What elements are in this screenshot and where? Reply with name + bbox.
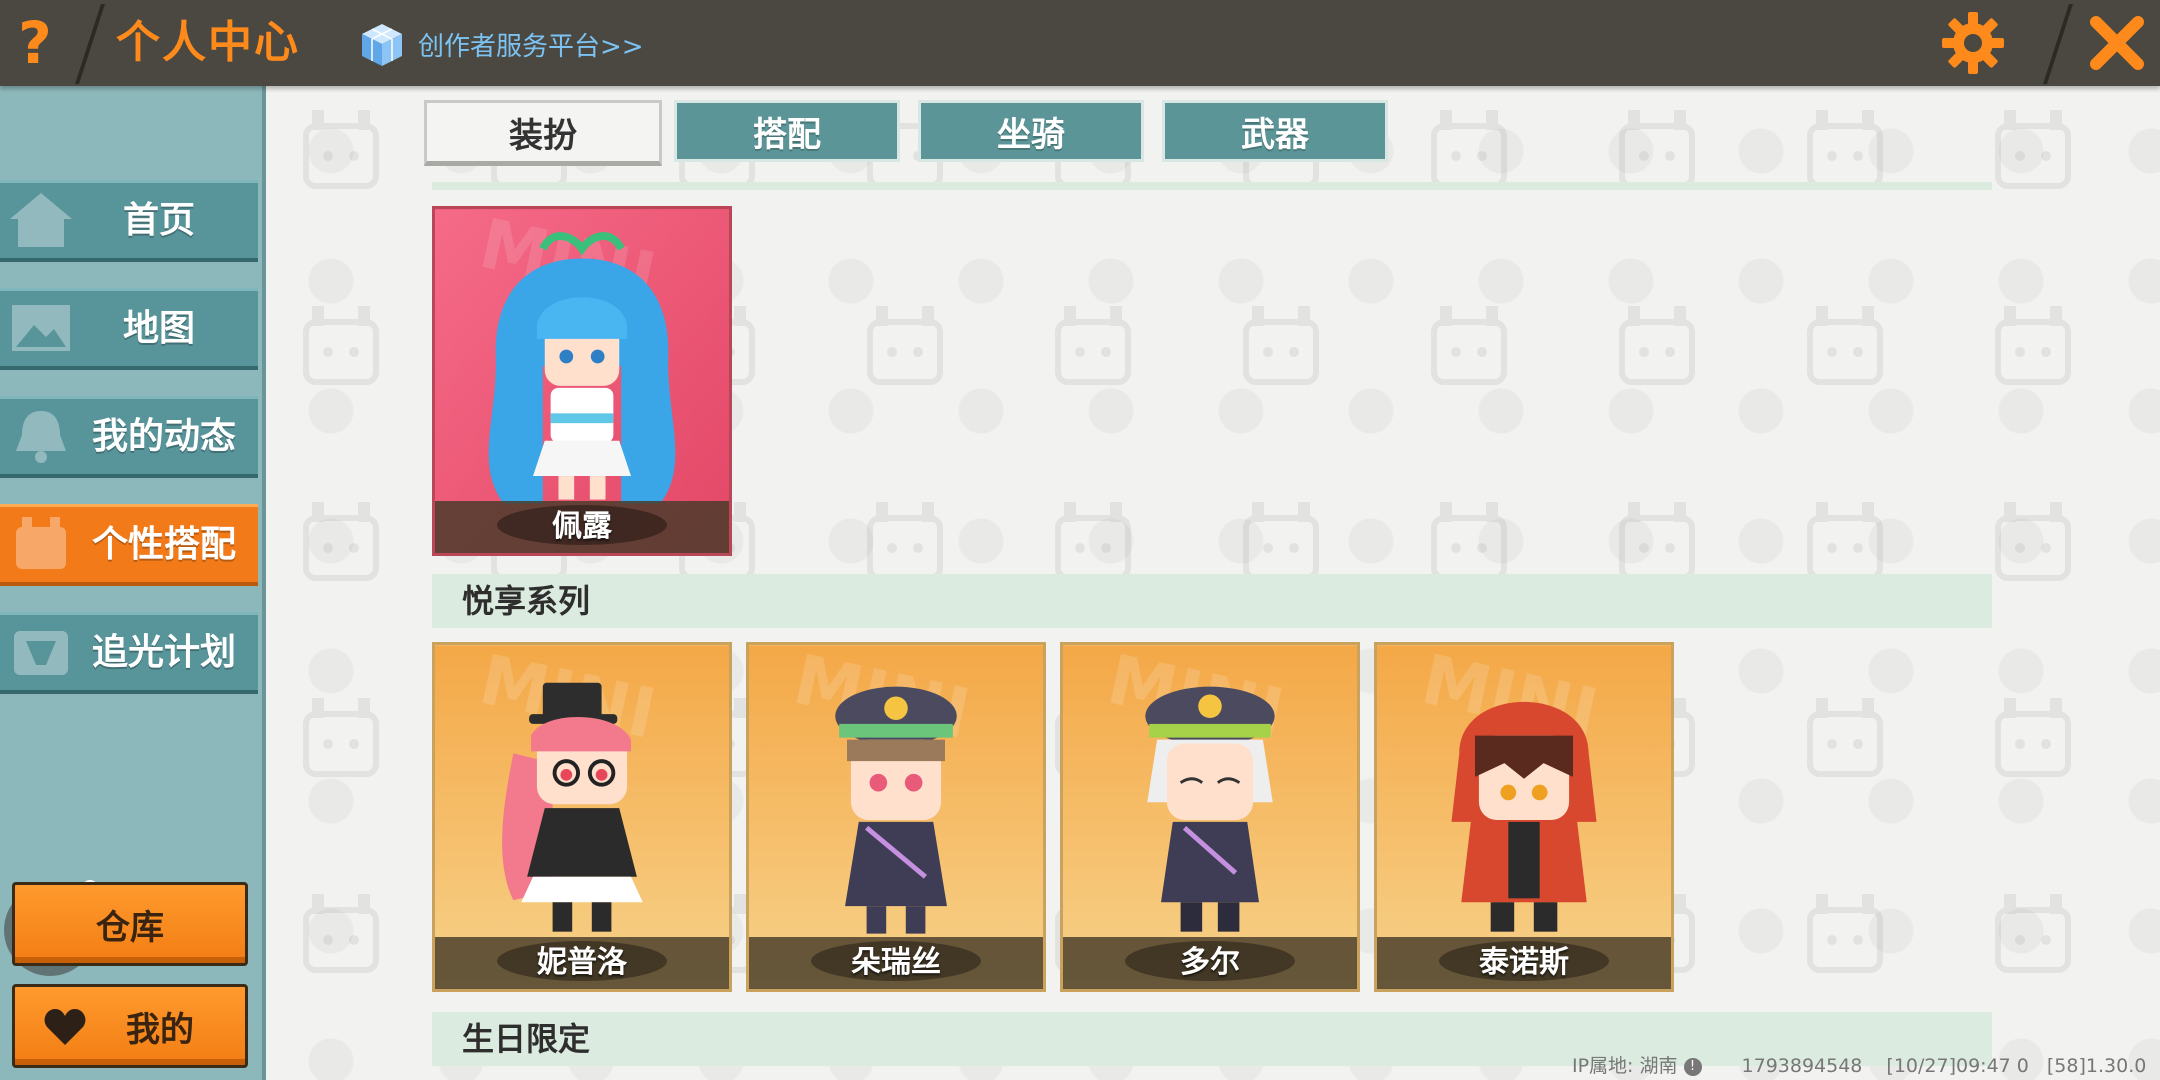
- tab-label: 坐骑: [997, 114, 1065, 155]
- card-name: 佩露: [552, 509, 612, 544]
- sidebar-item-activity[interactable]: 我的动态: [0, 396, 258, 478]
- bell-icon: [16, 411, 66, 463]
- top-bar: ? 个人中心 创作者服务平台>>: [0, 0, 2160, 86]
- cube-icon: [362, 24, 402, 66]
- user-id: 1793894548: [1741, 1055, 1863, 1077]
- help-button[interactable]: ?: [0, 0, 70, 86]
- timestamp: [10/27]09:47 0: [1886, 1055, 2028, 1077]
- close-icon: [2090, 16, 2144, 70]
- card-name: 多尔: [1180, 945, 1240, 980]
- tab-label: 武器: [1241, 114, 1309, 155]
- outfit-icon: [16, 517, 66, 569]
- sidebar-item-map[interactable]: 地图: [0, 288, 258, 370]
- card-name-bar: 朵瑞丝: [749, 937, 1043, 989]
- skin-card-peilu[interactable]: MINI 佩露: [432, 206, 732, 556]
- sidebar-item-label: 地图: [122, 308, 195, 349]
- sidebar-item-outfit[interactable]: 个性搭配: [0, 504, 258, 586]
- warehouse-button[interactable]: 仓库: [12, 882, 248, 966]
- sidebar-item-label: 个性搭配: [91, 524, 236, 565]
- section-header-yuexiang: 悦享系列: [432, 574, 1992, 628]
- close-button[interactable]: [2082, 8, 2152, 78]
- sidebar-item-home[interactable]: 首页: [0, 180, 258, 262]
- card-name: 泰诺斯: [1479, 945, 1569, 980]
- skin-card-duoer[interactable]: MINI 多尔: [1060, 642, 1360, 992]
- tab-mount[interactable]: 坐骑: [918, 100, 1144, 162]
- tab-label: 装扮: [509, 115, 577, 156]
- page-title: 个人中心: [116, 17, 300, 68]
- house-icon: [10, 193, 72, 247]
- section-title: 悦享系列: [462, 582, 591, 620]
- skin-card-duoruisi[interactable]: MINI 朵瑞丝: [746, 642, 1046, 992]
- section-title: 生日限定: [462, 1020, 591, 1058]
- divider: [75, 4, 105, 84]
- ip-location: IP属地: 湖南: [1572, 1055, 1678, 1077]
- card-name-bar: 泰诺斯: [1377, 937, 1671, 989]
- gear-icon: [1942, 12, 2004, 74]
- mine-button-label: 我的: [126, 1009, 194, 1050]
- settings-button[interactable]: [1940, 10, 2006, 76]
- tab-weapon[interactable]: 武器: [1162, 100, 1388, 162]
- tab-costume[interactable]: 装扮: [424, 100, 662, 166]
- status-footer: IP属地: 湖南! 1793894548 [10/27]09:47 0 [58]1.3…: [1572, 1052, 2146, 1080]
- divider: [2043, 4, 2073, 84]
- info-icon[interactable]: !: [1683, 1057, 1702, 1076]
- divider: [432, 182, 1992, 190]
- tab-label: 搭配: [753, 114, 821, 155]
- card-name-bar: 多尔: [1063, 937, 1357, 989]
- sidebar: 首页 地图 我的动态 个性搭配 追光计划 仓库 我的: [0, 86, 266, 1080]
- card-name-bar: 妮普洛: [435, 937, 729, 989]
- skin-card-tainuosi[interactable]: MINI 泰诺斯: [1374, 642, 1674, 992]
- time-text: [10/27]09:47: [1886, 1055, 2011, 1077]
- spotlight-icon: [14, 631, 68, 675]
- creator-link-label: 创作者服务平台>>: [418, 31, 644, 62]
- map-icon: [12, 305, 70, 351]
- heart-icon: [44, 1009, 86, 1045]
- card-name: 朵瑞丝: [851, 945, 941, 980]
- main-content: 装扮 搭配 坐骑 武器 MINI: [266, 86, 2160, 1080]
- sidebar-item-label: 我的动态: [91, 416, 236, 457]
- card-name: 妮普洛: [537, 945, 627, 980]
- sidebar-item-spotlight[interactable]: 追光计划: [0, 612, 258, 694]
- skin-card-nipuluo[interactable]: MINI 妮普洛: [432, 642, 732, 992]
- card-name-bar: 佩露: [435, 501, 729, 553]
- creator-platform-link[interactable]: 创作者服务平台>>: [358, 18, 644, 70]
- time-extra: 0: [2016, 1055, 2029, 1077]
- version: [58]1.30.0: [2046, 1055, 2147, 1077]
- mine-button[interactable]: 我的: [12, 984, 248, 1068]
- help-icon: ?: [18, 9, 52, 77]
- tab-matching[interactable]: 搭配: [674, 100, 900, 162]
- warehouse-button-label: 仓库: [96, 907, 164, 948]
- sidebar-item-label: 首页: [122, 200, 195, 241]
- sidebar-item-label: 追光计划: [91, 632, 236, 673]
